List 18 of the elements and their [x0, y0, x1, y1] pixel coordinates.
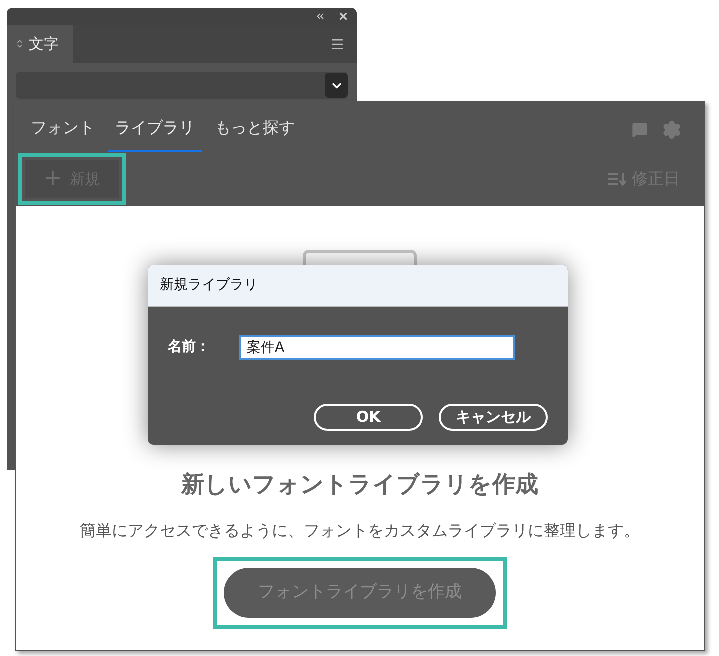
- name-label: 名前：: [168, 338, 211, 357]
- dialog-button[interactable]: OK: [314, 404, 423, 431]
- menu-icon[interactable]: [330, 36, 345, 52]
- panel-tab[interactable]: 文字: [7, 25, 73, 63]
- library-tab[interactable]: ライブラリ: [108, 116, 202, 152]
- font-dropdown[interactable]: [16, 72, 348, 99]
- empty-state-heading: 新しいフォントライブラリを作成: [182, 471, 538, 500]
- empty-state-description: 簡単にアクセスできるように、フォントをカスタムライブラリに整理します。: [80, 520, 640, 542]
- name-field[interactable]: 案件A: [239, 335, 515, 360]
- close-icon[interactable]: [338, 11, 349, 22]
- library-tab[interactable]: フォント: [24, 116, 102, 152]
- sort-icon[interactable]: [606, 171, 628, 187]
- collapse-icon[interactable]: [315, 11, 326, 22]
- library-tab[interactable]: もっと探す: [208, 116, 302, 152]
- dialog-button[interactable]: キャンセル: [439, 404, 548, 431]
- updown-icon: [15, 39, 25, 49]
- chat-icon[interactable]: [632, 122, 648, 138]
- dialog-title: 新規ライブラリ: [160, 276, 258, 295]
